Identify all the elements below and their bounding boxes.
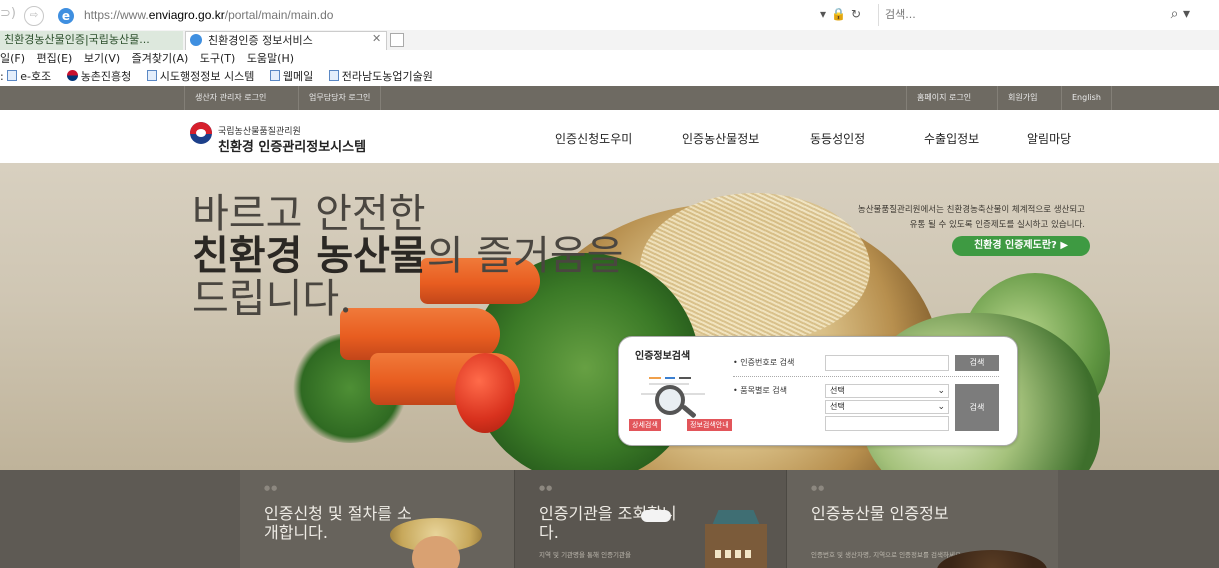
site-name[interactable]: 친환경 인증관리정보시스템 xyxy=(218,136,366,155)
dropdown-arrow-icon[interactable]: ▾ xyxy=(820,7,831,21)
search-guide-button[interactable]: 정보검색안내 xyxy=(687,419,732,431)
search-by-item-label: • 품목별로 검색 xyxy=(733,386,787,395)
page-icon xyxy=(328,70,339,81)
lock-icon[interactable]: 🔒 xyxy=(831,7,851,21)
refresh-icon[interactable]: ↻ xyxy=(851,7,866,21)
favorites-bar: : e-호조 농촌진흥청 시도행정정보 시스템 웹메일 전라남도농업기술원 xyxy=(0,70,433,83)
item-subcategory-select[interactable]: 선택 ⌄ xyxy=(825,400,949,414)
browser-address-bar: ⊃) ⇨ e https://www.enviagro.go.kr/portal… xyxy=(0,0,1219,30)
tomato-image xyxy=(455,353,515,433)
chevron-down-icon: ⌄ xyxy=(937,386,945,396)
menu-view[interactable]: 보기(V) xyxy=(84,52,120,65)
play-arrow-icon: ▶ xyxy=(1060,240,1069,251)
browser-search-input[interactable] xyxy=(879,4,1129,24)
nav-equivalence[interactable]: 동등성인정 xyxy=(810,130,865,147)
gov-logo-icon xyxy=(66,70,78,81)
hero-description: 농산물품질관리원에서는 친환경농축산물이 체계적으로 생산되고 유통 될 수 있… xyxy=(857,205,1085,230)
item-category-select[interactable]: 선택 ⌄ xyxy=(825,384,949,398)
page-icon xyxy=(269,70,280,81)
page-icon xyxy=(146,70,157,81)
magnifier-handle-icon xyxy=(681,404,697,419)
browser-menu-bar: 일(F) 편집(E) 보기(V) 즐겨찾기(A) 도구(T) 도움말(H) xyxy=(0,50,302,68)
search-icon[interactable]: ⌕ ▾ xyxy=(1171,6,1190,22)
bullet-icon: • xyxy=(733,358,738,367)
new-tab-icon[interactable] xyxy=(390,33,404,47)
card-certification-procedure[interactable]: ●● 인증신청 및 절차를 소개합니다. xyxy=(240,470,514,568)
browser-tab-2[interactable]: 친환경인증 정보서비스 xyxy=(185,31,387,50)
certification-number-input[interactable] xyxy=(825,355,949,371)
card-certification-agencies[interactable]: ●● 인증기관을 조회합니다. 지역 및 기관명을 통해 인증기관을 xyxy=(514,470,786,568)
english-link[interactable]: English xyxy=(1061,86,1112,110)
card-title: 인증농산물 인증정보 xyxy=(811,504,949,523)
building-image xyxy=(705,524,767,568)
forward-arrow-icon[interactable]: ⇨ xyxy=(24,6,44,26)
detail-search-button[interactable]: 상세검색 xyxy=(629,419,661,431)
favorite-item[interactable]: 웹메일 xyxy=(269,70,313,83)
chevron-down-icon: ⌄ xyxy=(937,402,945,412)
hero-banner: 바르고 안전한 친환경 농산물의 즐거움을 드립니다. 농산물품질관리원에서는 … xyxy=(0,163,1219,470)
card-dots: ●● xyxy=(264,484,279,492)
favorite-item[interactable]: 농촌진흥청 xyxy=(66,70,131,83)
search-illustration xyxy=(641,365,721,419)
menu-help[interactable]: 도움말(H) xyxy=(247,52,294,65)
quick-link-cards: ●● 인증신청 및 절차를 소개합니다. ●● 인증기관을 조회합니다. 지역 … xyxy=(0,470,1219,568)
homepage-login-link[interactable]: 홈페이지 로그인 xyxy=(906,86,981,110)
page-icon xyxy=(7,70,18,81)
browser-search-box: ⌕ ▾ xyxy=(878,4,1198,26)
cloud-image xyxy=(641,510,671,522)
card-dots: ●● xyxy=(811,484,826,492)
nav-notice[interactable]: 알림마당 xyxy=(1027,130,1071,147)
number-search-button[interactable]: 검색 xyxy=(955,355,999,371)
nav-certified-products[interactable]: 인증농산물정보 xyxy=(682,130,759,147)
item-search-button[interactable]: 검색 xyxy=(955,384,999,431)
staff-login-link[interactable]: 업무담당자 로그인 xyxy=(298,86,382,110)
card-certified-product-info[interactable]: ●● 인증농산물 인증정보 인증번호 및 생산자명, 지역으로 인증정보를 검색… xyxy=(786,470,1058,568)
certification-info-button[interactable]: 친환경 인증제도란? ▶ xyxy=(952,236,1090,256)
certification-search-panel: 인증정보검색 상세검색 정보검색안내 • 인증번호로 검색 검색 • 품목별로 … xyxy=(618,336,1018,446)
building-windows xyxy=(715,550,755,558)
taegeuk-logo-icon[interactable] xyxy=(190,122,212,144)
browser-tab-strip: 친환경농산물인증|국립농산물... 친환경인증 정보서비스 ✕ xyxy=(0,30,1219,50)
join-link[interactable]: 회원가입 xyxy=(997,86,1047,110)
url-text[interactable]: https://www.enviagro.go.kr/portal/main/m… xyxy=(84,8,333,22)
browser-tab-1[interactable]: 친환경농산물인증|국립농산물... xyxy=(0,31,183,50)
site-top-bar: 생산자 관리자 로그인 업무담당자 로그인 홈페이지 로그인 회원가입 Engl… xyxy=(0,86,1219,110)
bullet-icon: • xyxy=(733,386,738,395)
close-tab-icon[interactable]: ✕ xyxy=(372,32,381,45)
search-by-number-label: • 인증번호로 검색 xyxy=(733,358,795,367)
address-tools[interactable]: ▾🔒↻ xyxy=(820,7,866,21)
card-description: 인증번호 및 생산자명, 지역으로 인증정보를 검색하세요 xyxy=(811,551,961,559)
site-header: 국립농산물품질관리원 친환경 인증관리정보시스템 인증신청도우미 인증농산물정보… xyxy=(0,110,1219,163)
menu-file[interactable]: 일(F) xyxy=(0,52,25,65)
card-dots: ●● xyxy=(539,484,554,492)
favorite-item[interactable]: e-호조 xyxy=(7,70,51,83)
item-name-input[interactable] xyxy=(825,416,949,431)
panel-title: 인증정보검색 xyxy=(635,351,691,362)
divider xyxy=(733,376,999,377)
back-arrow-icon[interactable]: ⊃) xyxy=(0,6,20,26)
card-description: 지역 및 기관명을 통해 인증기관을 xyxy=(539,551,631,559)
favorite-item[interactable]: 시도행정정보 시스템 xyxy=(146,70,254,83)
menu-favorites[interactable]: 즐겨찾기(A) xyxy=(132,52,189,65)
nav-import-export[interactable]: 수출입정보 xyxy=(924,130,979,147)
producer-login-link[interactable]: 생산자 관리자 로그인 xyxy=(184,86,276,110)
ie-logo-icon xyxy=(190,34,202,46)
menu-tools[interactable]: 도구(T) xyxy=(200,52,236,65)
magnifier-icon xyxy=(655,385,685,415)
favorite-item[interactable]: 전라남도농업기술원 xyxy=(328,70,433,83)
hero-headline-3: 드립니다. xyxy=(192,276,352,322)
nav-application-helper[interactable]: 인증신청도우미 xyxy=(555,130,632,147)
menu-edit[interactable]: 편집(E) xyxy=(37,52,73,65)
ie-logo-icon: e xyxy=(58,8,74,24)
